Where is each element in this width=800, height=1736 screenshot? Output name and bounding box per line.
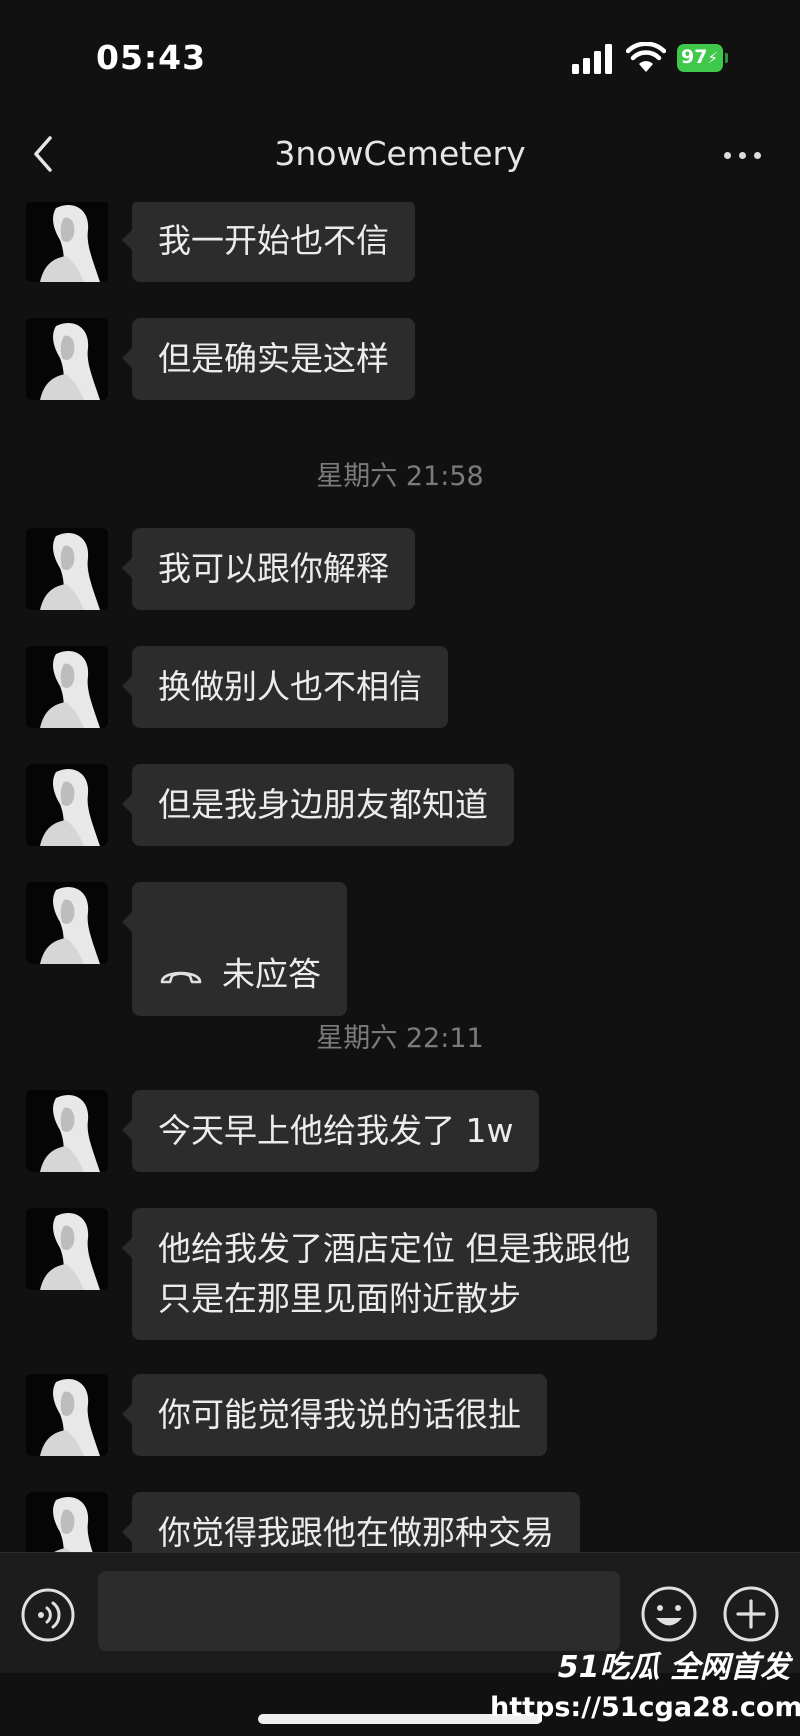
battery-icon: 97⚡ (677, 44, 728, 72)
message-list[interactable]: 我一开始也不信 但是确实是这样 星期六 21:58 我可以跟你解释 换做别人也不… (0, 202, 800, 1552)
missed-call-bubble[interactable]: 未应答 (122, 882, 347, 1016)
message-input[interactable] (98, 1571, 620, 1651)
status-bar: 05:43 97⚡ (0, 0, 800, 110)
message-bubble[interactable]: 但是我身边朋友都知道 (122, 764, 514, 846)
avatar[interactable] (26, 202, 108, 282)
timestamp: 星期六 21:58 (316, 461, 484, 492)
avatar[interactable] (26, 646, 108, 728)
timestamp: 星期六 22:11 (316, 1023, 484, 1054)
message-bubble[interactable]: 他给我发了酒店定位 但是我跟他 只是在那里见面附近散步 (122, 1208, 657, 1340)
message-bubble[interactable]: 我一开始也不信 (122, 202, 415, 282)
chat-title[interactable]: 3nowCemetery (0, 134, 800, 173)
avatar[interactable] (26, 764, 108, 846)
avatar[interactable] (26, 528, 108, 610)
watermark: 51吃瓜 全网首发 https://51cga28.com (490, 1642, 800, 1723)
battery-level: 97 (681, 46, 708, 68)
voice-icon[interactable] (20, 1587, 76, 1643)
chat-header: 3nowCemetery (0, 110, 800, 202)
status-time: 05:43 (96, 38, 207, 77)
call-status-label: 未应答 (222, 954, 321, 994)
watermark-url: https://51cga28.com (490, 1692, 800, 1723)
avatar[interactable] (26, 882, 108, 964)
avatar[interactable] (26, 1208, 108, 1290)
phone-missed-icon (160, 971, 202, 983)
message-bubble[interactable]: 换做别人也不相信 (122, 646, 448, 728)
avatar[interactable] (26, 1090, 108, 1172)
message-bubble[interactable]: 我可以跟你解释 (122, 528, 415, 610)
cellular-signal-icon (572, 44, 612, 74)
avatar[interactable] (26, 1492, 108, 1552)
message-bubble[interactable]: 今天早上他给我发了 1w (121, 1090, 540, 1172)
avatar[interactable] (26, 1374, 108, 1456)
emoji-icon[interactable] (640, 1585, 698, 1643)
watermark-brand: 51吃瓜 全网首发 (557, 1650, 790, 1685)
message-bubble[interactable]: 你觉得我跟他在做那种交易 (122, 1492, 580, 1552)
message-bubble[interactable]: 但是确实是这样 (122, 318, 415, 400)
ellipsis-icon[interactable] (720, 140, 766, 170)
message-bubble[interactable]: 你可能觉得我说的话很扯 (122, 1374, 547, 1456)
avatar[interactable] (26, 318, 108, 400)
wifi-icon (626, 42, 666, 72)
plus-icon[interactable] (722, 1585, 780, 1643)
